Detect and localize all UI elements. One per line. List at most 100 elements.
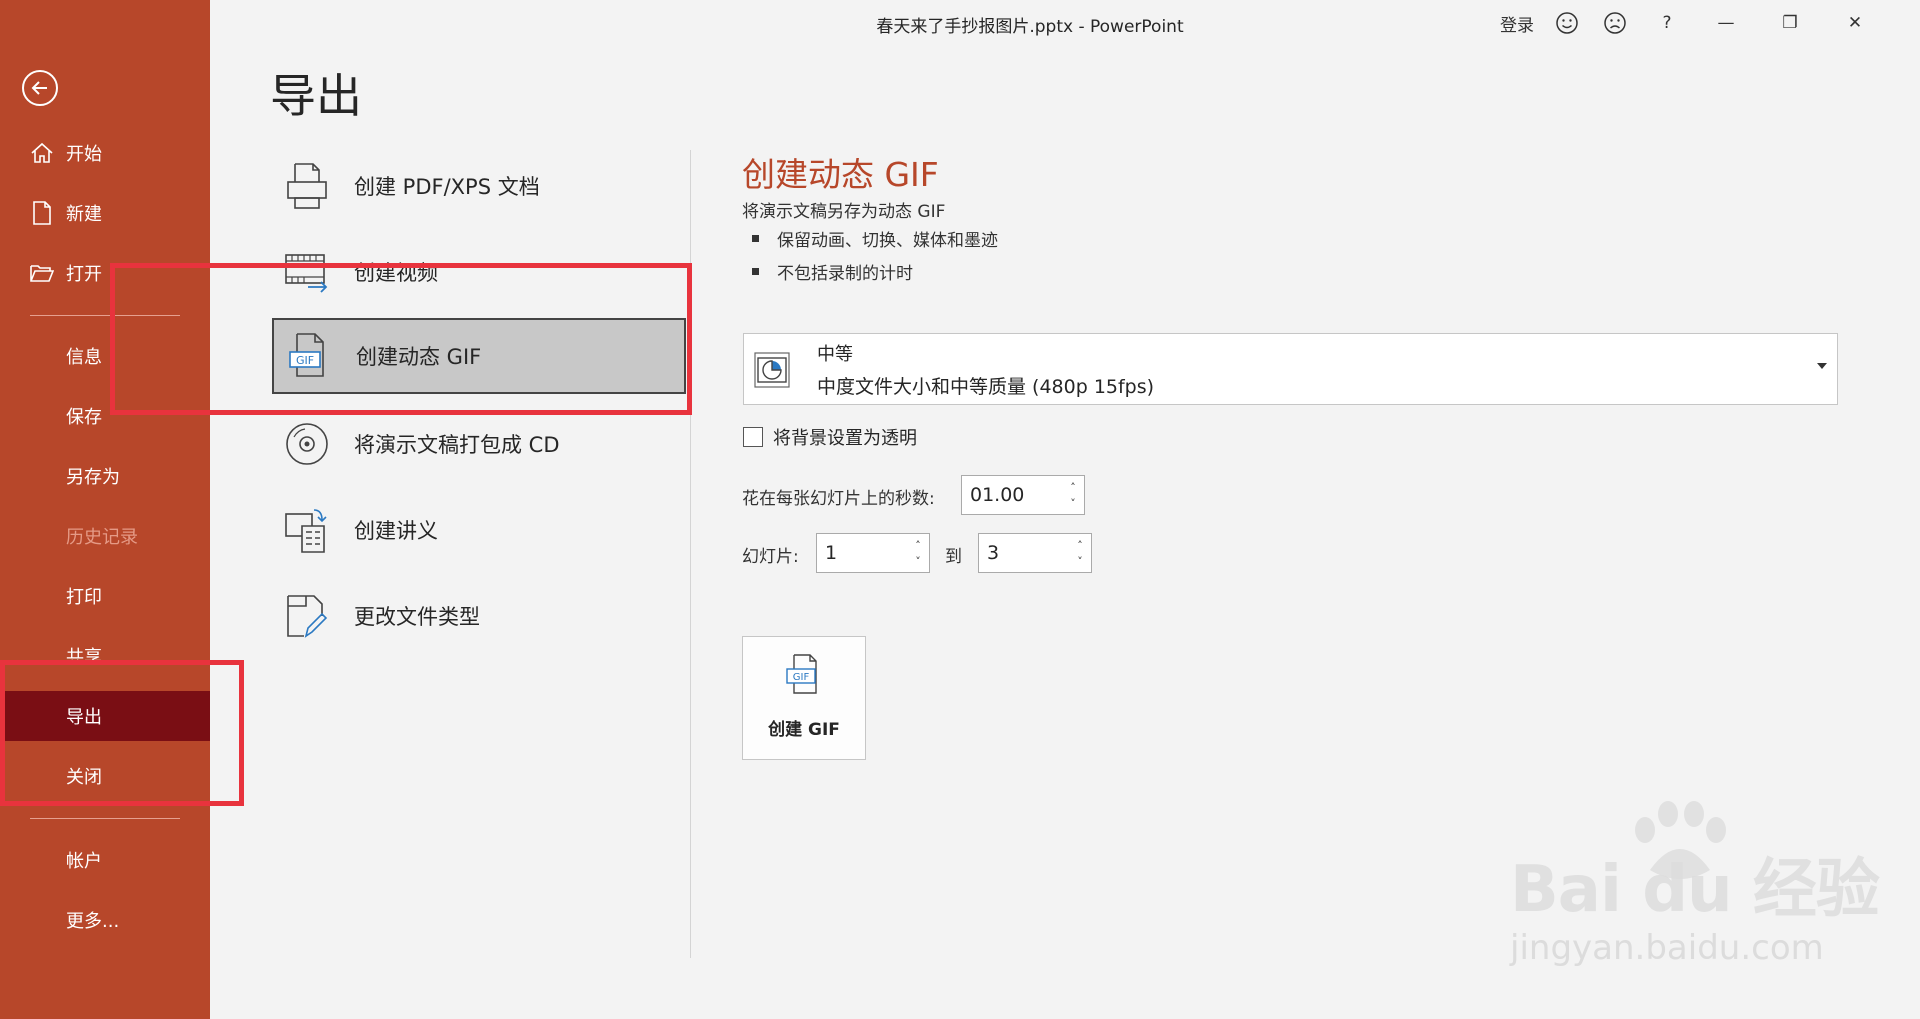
transparent-background-label: 将背景设置为透明 (773, 428, 917, 449)
signin-button[interactable]: 登录 (1492, 6, 1542, 40)
sidebar-item-label: 关闭 (66, 767, 102, 788)
sidebar-item-save-as[interactable]: 另存为 (0, 451, 210, 501)
sidebar-item-export[interactable]: 导出 (4, 691, 210, 741)
transparent-background-option[interactable]: 将背景设置为透明 (743, 424, 917, 450)
chevron-down-icon[interactable]: ˅ (1066, 495, 1080, 511)
export-option-video[interactable]: 创建视频 (272, 234, 686, 310)
sidebar-item-new[interactable]: 新建 (0, 188, 210, 238)
chevron-down-icon (1817, 363, 1827, 369)
close-button[interactable]: ✕ (1835, 6, 1875, 40)
export-option-change-file-type[interactable]: 更改文件类型 (272, 578, 686, 654)
sidebar-item-label: 历史记录 (66, 527, 138, 548)
svg-text:GIF: GIF (793, 672, 810, 683)
panel-description: 将演示文稿另存为动态 GIF (742, 202, 946, 222)
sidebar-item-print[interactable]: 打印 (0, 571, 210, 621)
sidebar-item-open[interactable]: 打开 (0, 248, 210, 298)
slides-to-stepper[interactable]: 3 ˄ ˅ (978, 533, 1092, 573)
minimize-button[interactable]: — (1706, 6, 1746, 40)
help-button[interactable]: ? (1650, 6, 1684, 40)
bullet-dot (752, 235, 759, 242)
backstage-sidebar: 开始 新建 打开 信息 保存 另存为 历史记录 打印 共享 导出 关闭 帐户 更… (0, 0, 210, 1019)
slides-from-value: 1 (825, 542, 838, 564)
change-file-type-icon (282, 591, 332, 641)
home-icon (28, 142, 56, 164)
page-title: 导出 (270, 69, 362, 123)
export-option-handout[interactable]: 创建讲义 (272, 492, 686, 568)
restore-button[interactable]: ❐ (1770, 6, 1810, 40)
create-gif-button[interactable]: GIF 创建 GIF (742, 636, 866, 760)
open-folder-icon (28, 263, 56, 283)
gif-file-icon: GIF (786, 654, 817, 694)
bullet-text: 不包括录制的计时 (777, 264, 913, 284)
seconds-stepper[interactable]: 01.00 ˄ ˅ (961, 475, 1085, 515)
sidebar-item-label: 打印 (66, 587, 102, 608)
export-option-label: 创建动态 GIF (356, 345, 482, 369)
quality-dropdown[interactable]: 中等 中度文件大小和中等质量 (480p 15fps) (743, 333, 1838, 405)
transparent-background-checkbox[interactable] (743, 427, 763, 447)
quality-detail: 中度文件大小和中等质量 (480p 15fps) (817, 376, 1155, 398)
slides-from-stepper[interactable]: 1 ˄ ˅ (816, 533, 930, 573)
sidebar-item-label: 共享 (66, 647, 102, 668)
panel-bullet: 不包括录制的计时 (752, 259, 913, 284)
export-option-pdf-xps[interactable]: 创建 PDF/XPS 文档 (272, 148, 686, 224)
chevron-down-icon[interactable]: ˅ (911, 553, 925, 569)
back-button[interactable] (22, 70, 58, 106)
export-option-gif[interactable]: GIF 创建动态 GIF (272, 318, 686, 394)
sidebar-item-label: 帐户 (66, 851, 102, 872)
panel-title: 创建动态 GIF (742, 155, 939, 194)
seconds-label: 花在每张幻灯片上的秒数: (742, 489, 935, 509)
export-option-label: 创建讲义 (354, 519, 438, 543)
export-option-label: 创建视频 (354, 261, 438, 285)
sidebar-item-label: 更多... (66, 911, 120, 932)
sidebar-item-label: 保存 (66, 407, 102, 428)
handout-icon (282, 505, 332, 555)
cd-icon (282, 419, 332, 469)
smile-feedback-button[interactable] (1550, 6, 1584, 40)
frown-icon (1604, 12, 1626, 34)
sidebar-item-label: 导出 (66, 707, 102, 728)
sidebar-divider (30, 818, 180, 819)
frown-feedback-button[interactable] (1598, 6, 1632, 40)
quality-selected: 中等 (817, 344, 853, 365)
sidebar-item-close[interactable]: 关闭 (0, 751, 210, 801)
sidebar-item-share[interactable]: 共享 (0, 631, 210, 681)
sidebar-item-label: 信息 (66, 347, 102, 368)
sidebar-item-home[interactable]: 开始 (0, 128, 210, 178)
sidebar-item-label: 打开 (66, 264, 102, 285)
sidebar-item-save[interactable]: 保存 (0, 391, 210, 441)
quality-icon (754, 352, 790, 388)
bullet-text: 保留动画、切换、媒体和墨迹 (777, 231, 998, 251)
sidebar-item-label: 新建 (66, 204, 102, 225)
export-option-label: 将演示文稿打包成 CD (354, 433, 560, 457)
slides-to-value: 3 (987, 542, 1000, 564)
title-bar: 春天来了手抄报图片.pptx - PowerPoint 登录 ? — ❐ ✕ (210, 0, 1920, 46)
chevron-up-icon[interactable]: ˄ (1073, 537, 1087, 553)
bullet-dot (752, 268, 759, 275)
sidebar-divider (30, 315, 180, 316)
sidebar-item-label: 另存为 (66, 467, 120, 488)
chevron-down-icon[interactable]: ˅ (1073, 553, 1087, 569)
export-option-label: 创建 PDF/XPS 文档 (354, 175, 540, 199)
video-icon (282, 247, 332, 297)
seconds-value: 01.00 (970, 484, 1025, 506)
sidebar-item-more[interactable]: 更多... (0, 895, 210, 945)
chevron-up-icon[interactable]: ˄ (1066, 479, 1080, 495)
chevron-up-icon[interactable]: ˄ (911, 537, 925, 553)
new-document-icon (28, 201, 56, 225)
back-arrow-icon (31, 81, 47, 95)
slides-to-label: 到 (945, 547, 962, 567)
svg-text:GIF: GIF (296, 354, 314, 367)
create-gif-label: 创建 GIF (768, 720, 840, 740)
slides-label: 幻灯片: (742, 547, 799, 567)
panel-divider (690, 150, 691, 958)
export-option-package-cd[interactable]: 将演示文稿打包成 CD (272, 406, 686, 482)
sidebar-item-info[interactable]: 信息 (0, 331, 210, 381)
panel-bullet: 保留动画、切换、媒体和墨迹 (752, 226, 998, 251)
watermark-url: jingyan.baidu.com (1510, 928, 1824, 968)
sidebar-item-label: 开始 (66, 144, 102, 165)
watermark-main: Bai du 经验 (1510, 853, 1880, 927)
smile-icon (1556, 12, 1578, 34)
gif-icon: GIF (284, 331, 334, 381)
baidu-watermark: Bai du 经验 jingyan.baidu.com (1510, 800, 1890, 990)
sidebar-item-account[interactable]: 帐户 (0, 835, 210, 885)
